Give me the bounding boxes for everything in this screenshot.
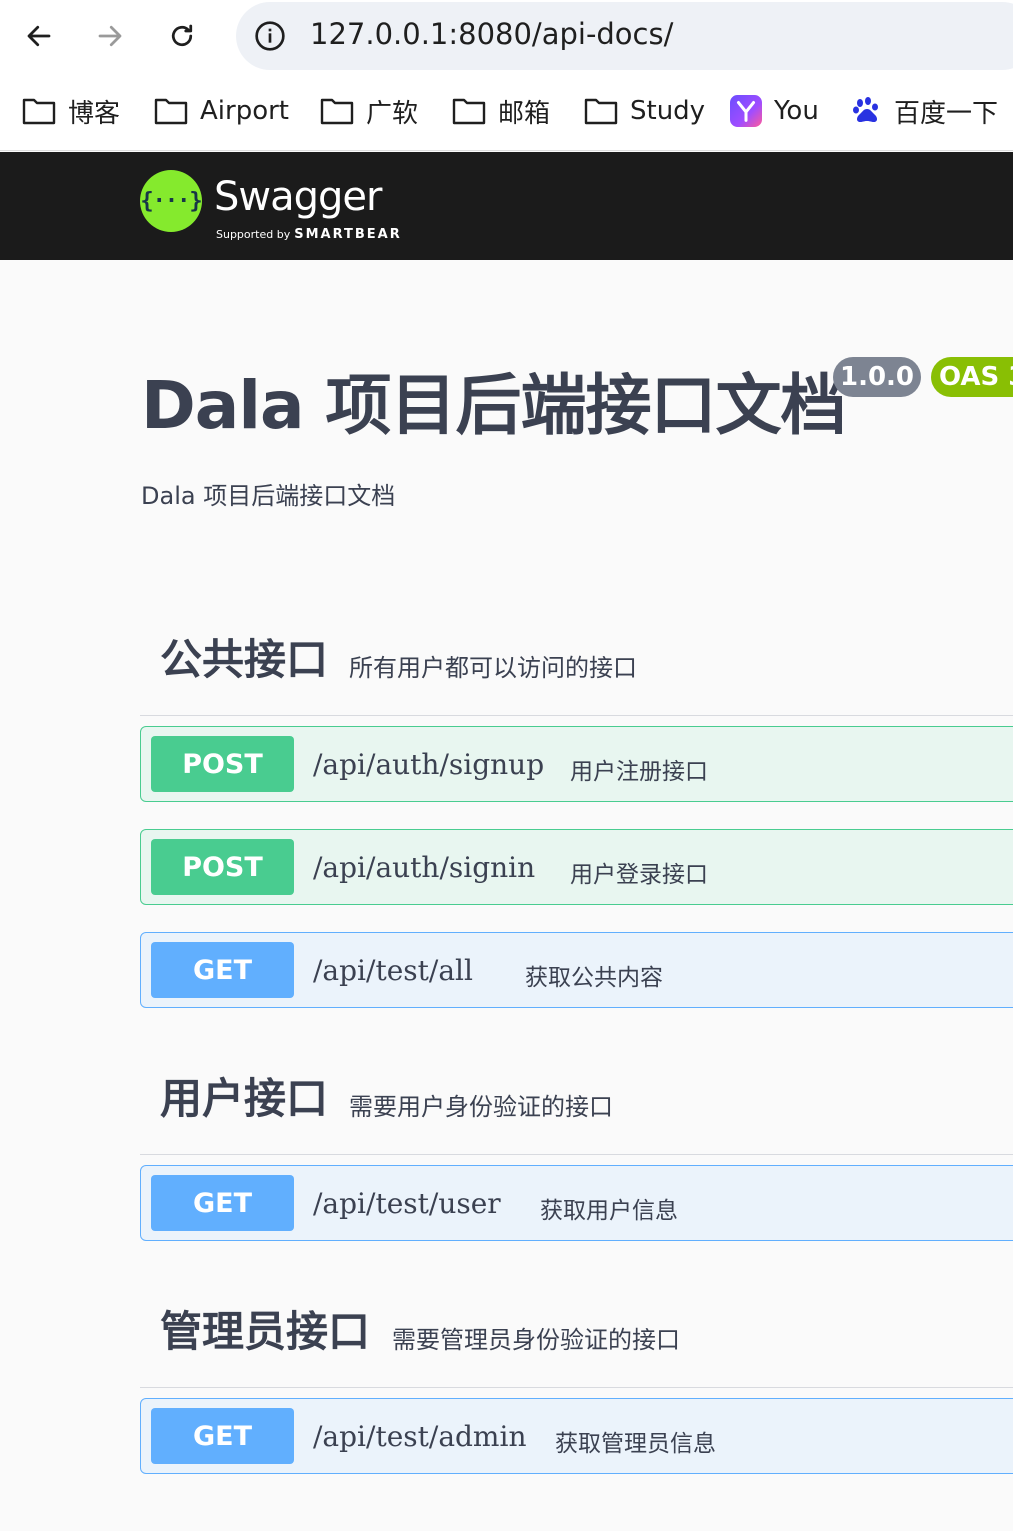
bookmark-label: 百度一下 xyxy=(894,98,999,129)
folder-icon xyxy=(584,98,618,125)
reload-icon xyxy=(171,24,193,47)
folder-icon xyxy=(320,98,354,125)
supported-by-text: Supported by xyxy=(216,228,291,241)
tag-title[interactable]: 管理员接口 xyxy=(160,1298,370,1359)
you-app-icon xyxy=(730,95,762,127)
method-badge[interactable]: GET xyxy=(151,1175,294,1231)
brand-name[interactable]: Swagger xyxy=(214,174,382,220)
arrow-right-icon xyxy=(98,25,122,47)
tag-description: 需要管理员身份验证的接口 xyxy=(392,1326,680,1354)
operation-summary: 获取用户信息 xyxy=(540,1198,678,1224)
bookmark-airport[interactable]: Airport xyxy=(154,88,289,134)
tag-title[interactable]: 公共接口 xyxy=(160,626,328,687)
tag-description: 所有用户都可以访问的接口 xyxy=(349,654,637,682)
bookmark-study[interactable]: Study xyxy=(584,88,705,134)
oas-badge: OAS 3 xyxy=(931,357,1013,397)
smartbear-wordmark: SMARTBEAR xyxy=(294,227,402,242)
site-info-icon[interactable] xyxy=(254,20,286,52)
tag-admin[interactable]: 管理员接口 需要管理员身份验证的接口 xyxy=(140,1298,1013,1388)
bookmark-label: You xyxy=(774,96,819,126)
operation-path[interactable]: /api/test/user xyxy=(313,1187,501,1220)
brand-tagline: Supported by SMARTBEAR xyxy=(216,227,402,242)
operation-test-all[interactable]: GET /api/test/all 获取公共内容 xyxy=(140,932,1013,1008)
tag-user[interactable]: 用户接口 需要用户身份验证的接口 xyxy=(140,1065,1013,1155)
folder-icon xyxy=(452,98,486,125)
page-title: Dala 项目后端接口文档 xyxy=(141,367,846,444)
address-bar[interactable]: 127.0.0.1:8080/api-docs/ xyxy=(236,2,1013,70)
bookmark-mail[interactable]: 邮箱 xyxy=(452,88,550,134)
operation-summary: 获取管理员信息 xyxy=(555,1431,716,1457)
baidu-paw-icon xyxy=(853,97,878,122)
swagger-logo-icon[interactable]: {···} xyxy=(140,170,203,232)
folder-icon xyxy=(22,98,56,125)
bookmark-blog[interactable]: 博客 xyxy=(22,88,120,134)
operation-path[interactable]: /api/auth/signin xyxy=(313,851,535,884)
bookmark-label: 博客 xyxy=(68,98,121,129)
method-badge[interactable]: POST xyxy=(151,736,294,792)
method-badge[interactable]: GET xyxy=(151,1408,294,1464)
operation-path[interactable]: /api/test/all xyxy=(313,954,473,987)
operation-summary: 用户登录接口 xyxy=(570,862,708,888)
bookmark-label: 邮箱 xyxy=(498,98,551,129)
method-badge[interactable]: GET xyxy=(151,942,294,998)
arrow-left-icon xyxy=(27,25,51,47)
operation-test-admin[interactable]: GET /api/test/admin 获取管理员信息 xyxy=(140,1398,1013,1474)
tag-title[interactable]: 用户接口 xyxy=(160,1065,328,1126)
method-badge[interactable]: POST xyxy=(151,839,294,895)
bookmark-guangruan[interactable]: 广软 xyxy=(320,88,418,134)
forward-button[interactable] xyxy=(88,14,132,58)
reload-button[interactable] xyxy=(160,14,204,58)
folder-icon xyxy=(154,98,188,125)
browser-chrome: 127.0.0.1:8080/api-docs/ 博客 Airport 广软 邮… xyxy=(0,0,1013,151)
url-text[interactable]: 127.0.0.1:8080/api-docs/ xyxy=(310,17,673,51)
back-button[interactable] xyxy=(17,14,61,58)
operation-summary: 用户注册接口 xyxy=(570,759,708,785)
logo-glyph: {···} xyxy=(140,188,202,214)
bookmark-you[interactable]: You xyxy=(730,88,819,134)
bookmarks-bar: 博客 Airport 广软 邮箱 Study You 百度一下 xyxy=(0,88,1013,134)
tag-public[interactable]: 公共接口 所有用户都可以访问的接口 xyxy=(140,626,1013,716)
operation-path[interactable]: /api/test/admin xyxy=(313,1420,526,1453)
bookmark-label: 广软 xyxy=(366,98,419,129)
operation-test-user[interactable]: GET /api/test/user 获取用户信息 xyxy=(140,1165,1013,1241)
operation-summary: 获取公共内容 xyxy=(525,965,663,991)
bookmark-label: Airport xyxy=(200,96,289,126)
operation-signin[interactable]: POST /api/auth/signin 用户登录接口 xyxy=(140,829,1013,905)
version-badge: 1.0.0 xyxy=(833,357,921,397)
tag-description: 需要用户身份验证的接口 xyxy=(349,1093,613,1121)
api-description: Dala 项目后端接口文档 xyxy=(141,482,396,510)
bookmark-baidu[interactable]: 百度一下 xyxy=(852,88,998,134)
bookmark-label: Study xyxy=(630,96,706,126)
swagger-topbar: {···} Swagger Supported by SMARTBEAR xyxy=(0,152,1013,260)
operation-signup[interactable]: POST /api/auth/signup 用户注册接口 xyxy=(140,726,1013,802)
operation-path[interactable]: /api/auth/signup xyxy=(313,748,544,781)
